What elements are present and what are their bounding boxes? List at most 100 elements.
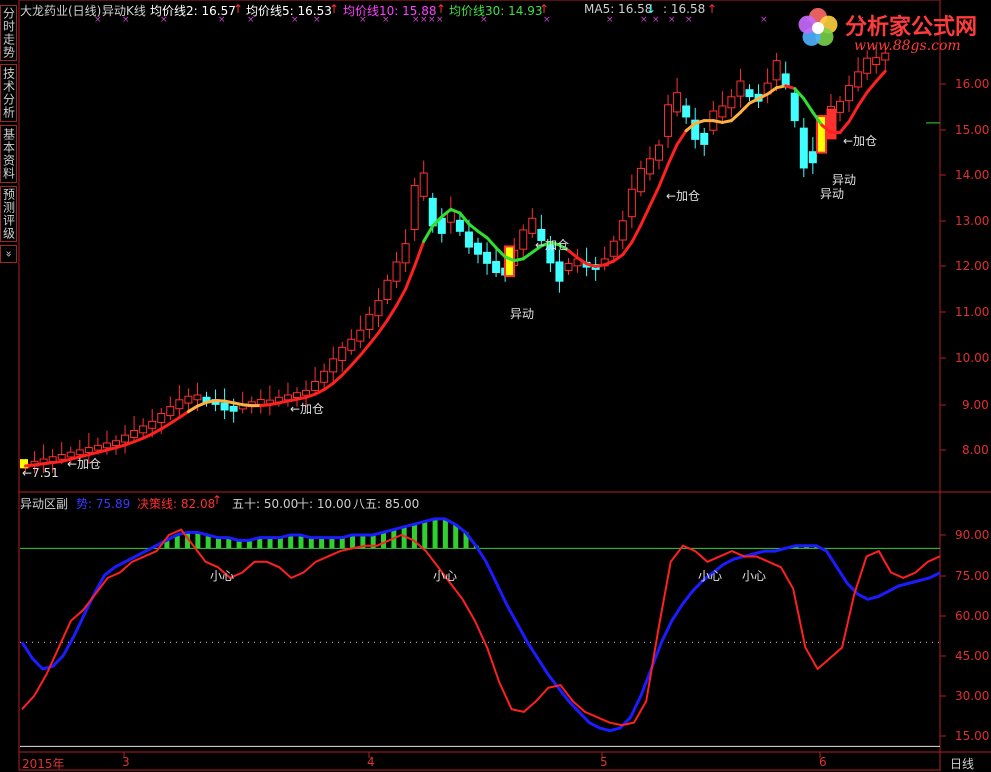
candle-body: [773, 61, 780, 80]
candle-body: [719, 106, 726, 117]
price-axis-label: 8.00: [962, 443, 989, 457]
candle-body: [493, 262, 500, 273]
ma-line-segment: [523, 252, 532, 258]
price-axis-label: 15.00: [955, 123, 989, 137]
candle-body: [113, 441, 120, 446]
tab-intraday[interactable]: 分时走势: [0, 5, 17, 61]
candle-body: [520, 230, 527, 249]
candle-body: [294, 393, 301, 398]
indicator-axis-label: 15.00: [955, 729, 989, 743]
candle-body: [656, 145, 663, 160]
strength-bar: [422, 522, 427, 549]
timeframe-label[interactable]: 日线: [950, 755, 974, 772]
signal-mark: ×: [760, 15, 768, 25]
candle-body: [610, 241, 617, 256]
expand-icon[interactable]: »: [0, 245, 17, 263]
low-price-annotation: ←7.51: [22, 466, 59, 480]
candle-body: [800, 128, 807, 168]
strength-bar: [319, 538, 324, 549]
ma-line-segment: [569, 251, 578, 258]
arrow-up-icon: ↑: [707, 2, 717, 16]
anomaly-annotation: 异动: [820, 185, 844, 202]
arrow-up-icon: ↑: [212, 493, 222, 507]
candle-body: [683, 106, 690, 117]
candle-body: [855, 72, 862, 87]
tab-technical[interactable]: 技术分析: [0, 64, 17, 122]
candle-body: [846, 86, 853, 101]
candle-body: [619, 221, 626, 240]
candle-body: [230, 406, 237, 411]
chart-window: ×××××××××××××××××××××××× 分时走势 技术分析 基本资料 …: [0, 0, 991, 771]
candle-body: [665, 105, 672, 137]
arrow-up-icon: ↑: [329, 2, 339, 16]
x-axis-label: 5: [600, 755, 608, 769]
signal-mark: ×: [606, 15, 614, 25]
candle-body: [728, 97, 735, 108]
logo-flower-icon: [812, 22, 824, 34]
candle-body: [456, 220, 463, 231]
ma-line-segment: [333, 375, 342, 383]
signal-mark: ×: [640, 15, 648, 25]
candle-body: [402, 244, 409, 263]
candle-body: [85, 448, 92, 453]
price-axis-label: 16.00: [955, 77, 989, 91]
ma-line-segment: [324, 383, 333, 389]
ma30-value: 均价线30: 14.93: [449, 2, 542, 19]
add-position-annotation: ←加仓: [666, 187, 700, 204]
x-axis-label: 3: [122, 755, 130, 769]
caution-annotation: 小心: [210, 567, 234, 584]
candle-body: [475, 243, 482, 254]
tab-fundamentals[interactable]: 基本资料: [0, 125, 17, 183]
candle-body: [384, 280, 391, 299]
candle-body: [637, 168, 644, 191]
signal-mark: ×: [543, 15, 551, 25]
candle-body: [131, 431, 138, 438]
strength-bar: [288, 535, 293, 548]
candle-body: [312, 381, 319, 390]
candle-body: [149, 421, 156, 428]
strength-bar: [309, 538, 314, 549]
signal-mark: ×: [436, 15, 444, 25]
candle-body: [176, 400, 183, 409]
ma-line-segment: [496, 248, 505, 257]
ma5-label: MA5: 16.58: [584, 2, 652, 16]
ma-line-segment: [650, 186, 659, 205]
candle-body: [221, 403, 228, 410]
indicator-title: 异动区副: [20, 495, 68, 512]
caution-annotation: 小心: [698, 567, 722, 584]
chart-canvas[interactable]: ××××××××××××××××××××××××: [0, 0, 991, 771]
ma-line-segment: [858, 92, 867, 106]
candle-body: [484, 252, 491, 263]
candle-body: [864, 58, 871, 73]
indicator-axis-label: 60.00: [955, 609, 989, 623]
ma-line-segment: [161, 423, 170, 428]
price-axis-label: 11.00: [955, 305, 989, 319]
ten-value: 十: 10.00: [297, 495, 351, 512]
add-position-annotation: ←加仓: [67, 455, 101, 472]
candle-body: [411, 186, 418, 230]
ma-line-segment: [487, 238, 496, 248]
candle-body: [158, 414, 165, 423]
ma-line-segment: [388, 305, 397, 320]
arrow-up-icon: ↑: [436, 2, 446, 16]
candle-body: [746, 90, 753, 97]
ma5-value: 均价线5: 16.53: [246, 2, 332, 19]
ma-line-segment: [424, 226, 433, 242]
price-axis-label: 13.00: [955, 214, 989, 228]
candle-body: [58, 454, 65, 459]
strength-bar: [350, 535, 355, 548]
ma-line-segment: [170, 418, 179, 424]
tab-forecast[interactable]: 预测评级: [0, 186, 17, 242]
candle-body: [782, 74, 789, 85]
price-axis-label: 14.00: [955, 168, 989, 182]
price-axis-label: 9.00: [962, 398, 989, 412]
candle-body: [375, 301, 382, 316]
candle-body: [737, 81, 744, 96]
strength-bar: [278, 538, 283, 549]
logo-text: 分析家公式网: [845, 9, 977, 41]
fifty-value: 五十: 50.00: [232, 495, 298, 512]
ma-line-segment: [152, 429, 161, 434]
candle-body: [348, 339, 355, 350]
ma-line-segment: [731, 112, 740, 120]
ma-line-segment: [840, 122, 849, 133]
